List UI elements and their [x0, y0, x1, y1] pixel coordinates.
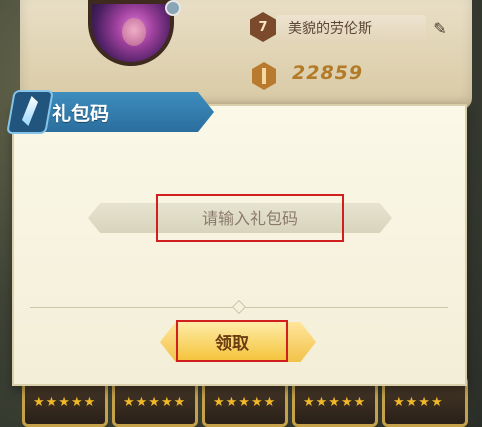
star-rating: ★★★★ — [393, 395, 444, 410]
avatar-face — [122, 18, 146, 46]
gift-code-input[interactable] — [156, 194, 344, 242]
pencil-icon[interactable]: ✎ — [430, 18, 450, 38]
star-rating: ★★★★★ — [33, 395, 97, 410]
power-value: 22859 — [292, 62, 364, 84]
player-name-field: 美貌的劳伦斯 — [276, 15, 426, 41]
gear-icon[interactable] — [165, 0, 181, 16]
claim-button[interactable]: 领取 — [176, 320, 288, 362]
star-rating: ★★★★★ — [213, 395, 277, 410]
star-rating: ★★★★★ — [123, 395, 187, 410]
dialog-title: 礼包码 — [52, 103, 110, 125]
star-rating: ★★★★★ — [303, 395, 367, 410]
